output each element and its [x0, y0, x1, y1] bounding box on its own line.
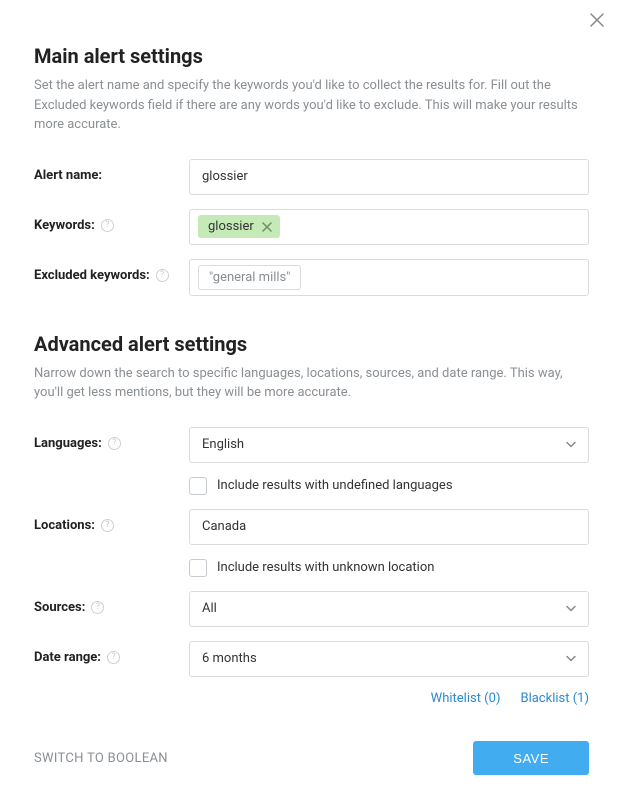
keywords-label-text: Keywords: [34, 218, 95, 233]
languages-label: Languages: ? [34, 427, 189, 451]
keyword-tag: glossier [198, 215, 280, 238]
main-settings-description: Set the alert name and specify the keywo… [34, 76, 589, 135]
locations-label-text: Locations: [34, 518, 95, 533]
help-icon[interactable]: ? [101, 519, 114, 532]
help-icon[interactable]: ? [91, 601, 104, 614]
blacklist-link[interactable]: Blacklist (1) [520, 691, 589, 706]
sources-value: All [202, 601, 217, 616]
main-settings-title: Main alert settings [34, 44, 589, 68]
languages-value: English [202, 437, 244, 452]
locations-input[interactable] [189, 509, 589, 545]
help-icon[interactable]: ? [156, 269, 169, 282]
include-unknown-location-checkbox[interactable] [189, 559, 207, 577]
alert-name-label-text: Alert name: [34, 168, 102, 183]
switch-to-boolean-link[interactable]: SWITCH TO BOOLEAN [34, 751, 168, 766]
help-icon[interactable]: ? [107, 651, 120, 664]
date-range-label: Date range: ? [34, 641, 189, 665]
include-undefined-languages-checkbox[interactable] [189, 477, 207, 495]
close-icon[interactable] [589, 12, 605, 32]
keywords-input[interactable]: glossier [189, 209, 589, 245]
help-icon[interactable]: ? [108, 437, 121, 450]
date-range-label-text: Date range: [34, 650, 101, 665]
whitelist-link[interactable]: Whitelist (0) [431, 691, 501, 706]
sources-label-text: Sources: [34, 600, 85, 615]
help-icon[interactable]: ? [101, 219, 114, 232]
alert-name-input[interactable] [189, 159, 589, 195]
languages-select[interactable]: English [189, 427, 589, 463]
excluded-keywords-label: Excluded keywords: ? [34, 259, 189, 283]
excluded-keywords-label-text: Excluded keywords: [34, 268, 150, 283]
keyword-tag-text: glossier [208, 219, 254, 234]
date-range-select[interactable]: 6 months [189, 641, 589, 677]
excluded-placeholder-pill: "general mills" [198, 265, 301, 290]
keywords-label: Keywords: ? [34, 209, 189, 233]
excluded-keywords-input[interactable]: "general mills" [189, 259, 589, 296]
advanced-settings-title: Advanced alert settings [34, 332, 589, 356]
save-button[interactable]: SAVE [473, 741, 589, 775]
remove-tag-icon[interactable] [260, 220, 274, 234]
include-unknown-location-label: Include results with unknown location [217, 560, 434, 575]
date-range-value: 6 months [202, 651, 257, 666]
sources-select[interactable]: All [189, 591, 589, 627]
alert-name-label: Alert name: [34, 159, 189, 183]
advanced-settings-description: Narrow down the search to specific langu… [34, 364, 589, 403]
sources-label: Sources: ? [34, 591, 189, 615]
languages-label-text: Languages: [34, 436, 102, 451]
include-undefined-languages-label: Include results with undefined languages [217, 478, 453, 493]
locations-label: Locations: ? [34, 509, 189, 533]
